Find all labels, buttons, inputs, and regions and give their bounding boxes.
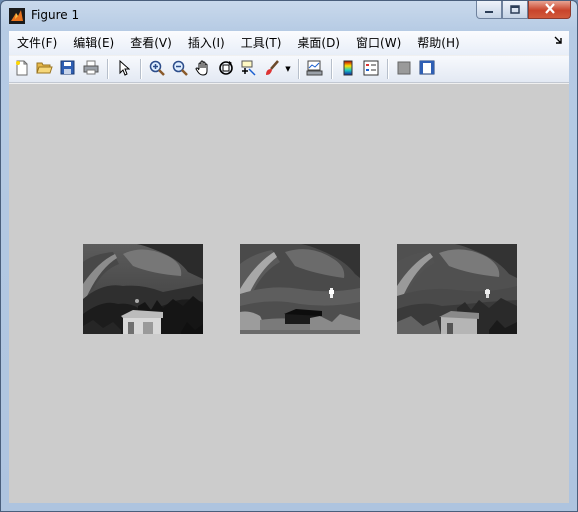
brush-icon (264, 59, 280, 79)
hide-plot-tools-button[interactable] (393, 59, 414, 80)
zoom-out-button[interactable] (169, 59, 190, 80)
toolbar-separator (298, 59, 300, 79)
title-bar[interactable]: Figure 1 (1, 1, 577, 31)
brush-button[interactable] (261, 59, 282, 80)
colorbar-icon (342, 60, 354, 79)
image-fused (397, 244, 517, 334)
show-plot-tools-button[interactable] (416, 59, 437, 80)
toolbar-separator (107, 59, 109, 79)
open-file-icon (36, 60, 53, 78)
maximize-button[interactable] (502, 1, 528, 19)
maximize-icon (510, 3, 520, 17)
image-enhanced (240, 244, 360, 334)
pan-button[interactable] (192, 59, 213, 80)
minimize-icon (484, 3, 494, 17)
save-icon (60, 60, 75, 78)
data-cursor-icon (241, 60, 257, 79)
brush-dropdown-arrow[interactable]: ▼ (284, 59, 292, 80)
open-file-button[interactable] (34, 59, 55, 80)
data-cursor-button[interactable] (238, 59, 259, 80)
new-figure-button[interactable] (11, 59, 32, 80)
new-figure-icon (14, 60, 30, 79)
figure-window: Figure 1 文件(F) 编辑(E) 查看(V) 插入(I) 工具(T) 桌… (0, 0, 578, 512)
rotate-3d-icon (218, 60, 234, 79)
menu-desktop[interactable]: 桌面(D) (289, 31, 348, 55)
menu-file[interactable]: 文件(F) (9, 31, 65, 55)
menu-window[interactable]: 窗口(W) (348, 31, 409, 55)
close-button[interactable] (528, 1, 571, 19)
menu-insert[interactable]: 插入(I) (180, 31, 233, 55)
toolbar-separator (140, 59, 142, 79)
close-icon (544, 2, 556, 17)
pointer-icon (118, 59, 130, 79)
zoom-in-icon (149, 60, 165, 79)
toolbar-separator (331, 59, 333, 79)
print-icon (83, 60, 99, 78)
figure-client-area: 文件(F) 编辑(E) 查看(V) 插入(I) 工具(T) 桌面(D) 窗口(W… (9, 31, 569, 503)
legend-icon (363, 60, 379, 79)
hide-plot-tools-icon (397, 61, 411, 78)
menu-tools[interactable]: 工具(T) (233, 31, 290, 55)
menu-view[interactable]: 查看(V) (122, 31, 180, 55)
zoom-in-button[interactable] (146, 59, 167, 80)
toolbar-separator (387, 59, 389, 79)
colorbar-button[interactable] (337, 59, 358, 80)
image-original (83, 244, 203, 334)
menu-edit[interactable]: 编辑(E) (65, 31, 122, 55)
print-button[interactable] (80, 59, 101, 80)
rotate-3d-button[interactable] (215, 59, 236, 80)
link-plot-icon (306, 60, 323, 79)
figure-canvas (9, 84, 569, 503)
save-button[interactable] (57, 59, 78, 80)
pointer-button[interactable] (113, 59, 134, 80)
menu-bar: 文件(F) 编辑(E) 查看(V) 插入(I) 工具(T) 桌面(D) 窗口(W… (9, 31, 569, 55)
matlab-logo-icon (9, 8, 25, 24)
show-plot-tools-icon (419, 60, 435, 78)
window-title: Figure 1 (31, 8, 80, 22)
pan-hand-icon (194, 59, 211, 79)
chevron-down-icon: ▼ (285, 65, 291, 73)
link-plot-button[interactable] (304, 59, 325, 80)
minimize-button[interactable] (476, 1, 502, 19)
menu-help[interactable]: 帮助(H) (409, 31, 467, 55)
zoom-out-icon (172, 60, 188, 79)
legend-button[interactable] (360, 59, 381, 80)
dock-arrow-icon[interactable] (554, 36, 563, 48)
figure-toolbar: ▼ (9, 56, 569, 83)
